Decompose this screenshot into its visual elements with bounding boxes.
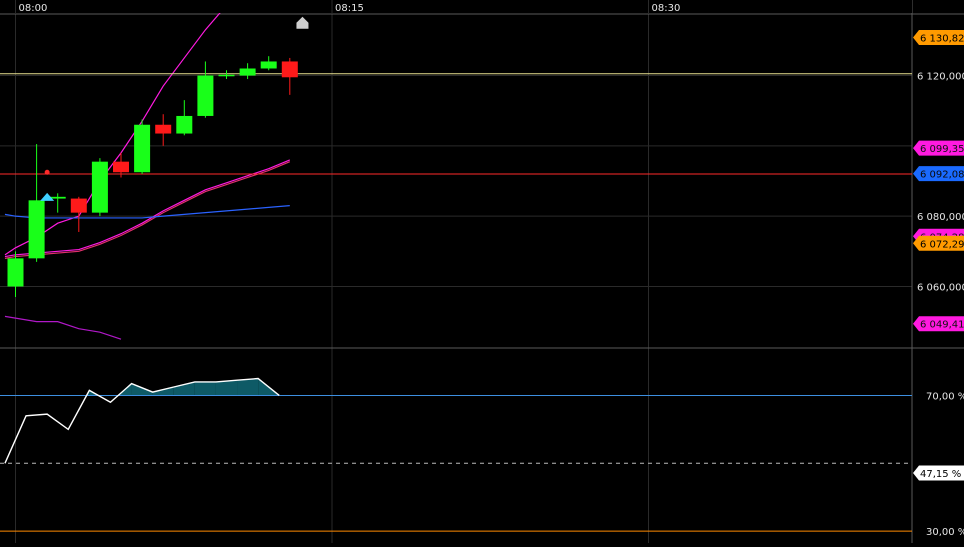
candle-body <box>176 115 193 134</box>
candle-body <box>155 124 172 134</box>
price-tag-label: 6 049,410 <box>920 320 964 331</box>
chart-canvas: 08:00 08:15 08:30 6 120,000 6 080,000 6 060,0… <box>0 0 964 543</box>
price-tag: 6 130,825 <box>913 30 964 46</box>
oscillator-fill-segment <box>215 380 238 396</box>
price-tag-label: 47,15 % <box>920 469 961 480</box>
candle-body <box>113 161 129 173</box>
oscillator-tick-label: 70,00 % <box>926 391 964 402</box>
oscillator-fill-segment <box>237 378 259 396</box>
time-tick-label: 08:00 <box>19 3 48 14</box>
candle-body <box>70 198 87 213</box>
time-tick-label: 08:30 <box>652 3 681 14</box>
price-tag-label: 6 130,825 <box>920 34 964 45</box>
candle[interactable] <box>91 158 108 217</box>
price-tag: 6 049,410 <box>913 316 964 332</box>
oscillator-fill-segment <box>194 381 216 396</box>
price-tag: 6 072,290 <box>913 235 964 251</box>
candle-body <box>7 258 24 287</box>
price-tick-label: 6 060,000 <box>917 282 964 293</box>
candle[interactable] <box>134 119 151 174</box>
trading-chart: 08:00 08:15 08:30 6 120,000 6 080,000 6 060,0… <box>0 0 964 543</box>
candle-body <box>281 61 298 78</box>
candle-body <box>28 200 45 259</box>
candle-body <box>49 196 66 199</box>
candle-body <box>134 124 151 173</box>
candle-body <box>239 68 256 76</box>
price-tick-label: 6 120,000 <box>917 72 964 83</box>
price-tag-label: 6 072,290 <box>920 239 964 250</box>
time-tick-label: 08:15 <box>335 3 364 14</box>
candle-body <box>91 161 108 213</box>
price-tag-label: 6 099,350 <box>920 144 964 155</box>
oscillator-tick-label: 30,00 % <box>926 527 964 538</box>
candle-body <box>260 61 277 69</box>
signal-dot <box>44 169 50 175</box>
time-axis-background <box>0 0 912 13</box>
price-tick-label: 6 080,000 <box>917 212 964 223</box>
price-tag: 6 099,350 <box>913 140 964 156</box>
chart-background <box>0 0 964 543</box>
price-tag: 6 092,083 <box>913 166 964 182</box>
price-tag-label: 6 092,083 <box>920 170 964 181</box>
candle-body <box>197 75 214 116</box>
oscillator-value-tag: 47,15 % <box>913 465 964 481</box>
